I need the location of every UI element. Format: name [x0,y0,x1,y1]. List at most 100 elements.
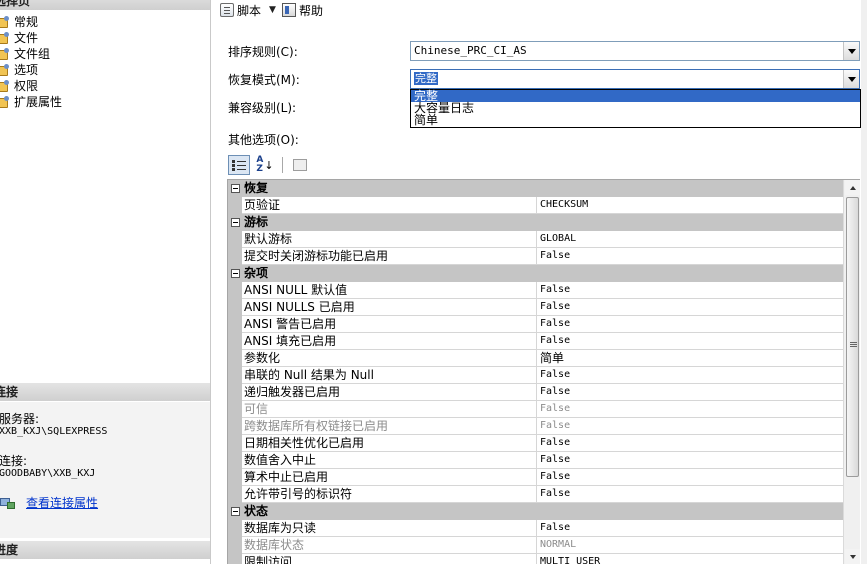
collapse-toggle[interactable] [228,265,242,282]
scroll-thumb[interactable] [846,197,859,477]
minus-icon [230,507,240,516]
grid-property-row[interactable]: 默认游标 GLOBAL [228,231,844,248]
property-name: 页验证 [242,197,537,214]
property-name: 跨数据库所有权链接已启用 [242,418,537,435]
property-value[interactable]: False [537,384,844,401]
page-item-extended-properties[interactable]: 扩展属性 [0,94,62,110]
left-panel: 选择页 常规 文件 文件组 选项 权限 扩展属性 连接 服务器: XXB_KXJ… [0,0,211,564]
grid-category-row[interactable]: 游标 [228,214,844,231]
property-value[interactable]: False [537,367,844,384]
property-value[interactable]: MULTI_USER [537,554,844,564]
view-connection-properties[interactable]: 查看连接属性 [0,495,98,511]
property-name: 递归触发器已启用 [242,384,537,401]
property-name: ANSI 填充已启用 [242,333,537,350]
property-value[interactable]: CHECKSUM [537,197,844,214]
recovery-model-value: 完整 [414,72,438,85]
property-value[interactable]: 简单 [537,350,844,367]
alphabetical-button[interactable]: AZ ↓ [254,155,276,175]
row-gutter [228,537,242,554]
page-item-permissions[interactable]: 权限 [0,78,38,94]
row-gutter [228,350,242,367]
grid-category-row[interactable]: 恢复 [228,180,844,197]
grid-property-row[interactable]: 可信 False [228,401,844,418]
property-name: ANSI NULL 默认值 [242,282,537,299]
connection-value: GOODBABY\XXB_KXJ [0,468,96,479]
recovery-option-bulk-logged[interactable]: 大容量日志 [411,102,860,114]
row-gutter [228,452,242,469]
property-name: 日期相关性优化已启用 [242,435,537,452]
scroll-up-button[interactable] [845,180,860,195]
vertical-scrollbar[interactable] [843,180,860,564]
property-name: 默认游标 [242,231,537,248]
property-value[interactable]: False [537,435,844,452]
recovery-model-combo[interactable]: 完整 [410,69,860,89]
property-value[interactable]: False [537,248,844,265]
property-value[interactable]: False [537,520,844,537]
grid-property-row[interactable]: 递归触发器已启用 False [228,384,844,401]
collapse-toggle[interactable] [228,214,242,231]
arrow-down-icon [849,554,856,559]
property-value[interactable]: False [537,333,844,350]
grid-property-row[interactable]: 页验证 CHECKSUM [228,197,844,214]
grid-property-row[interactable]: 参数化 简单 [228,350,844,367]
property-pages-button[interactable] [289,155,311,175]
grid-property-row[interactable]: 数据库状态 NORMAL [228,537,844,554]
grid-property-row[interactable]: 串联的 Null 结果为 Null False [228,367,844,384]
arrow-up-icon [849,185,856,190]
page-item-filegroups[interactable]: 文件组 [0,46,50,62]
grid-property-row[interactable]: 数据库为只读 False [228,520,844,537]
property-value[interactable]: False [537,418,844,435]
page-icon [0,64,10,76]
collapse-toggle[interactable] [228,503,242,520]
property-value[interactable]: False [537,401,844,418]
collation-combo[interactable]: Chinese_PRC_CI_AS [410,41,860,61]
grid-property-row[interactable]: 算术中止已启用 False [228,469,844,486]
scroll-down-button[interactable] [845,549,860,564]
property-value[interactable]: False [537,282,844,299]
property-grid: 恢复 页验证 CHECKSUM 游标 默认游标 GLOBAL 提交时关闭游标功能已启用 Fal… [227,179,860,564]
categorized-button[interactable] [228,155,250,175]
grid-property-row[interactable]: 数值舍入中止 False [228,452,844,469]
help-icon [281,3,296,17]
script-dropdown-arrow-icon[interactable]: ▼ [269,5,276,15]
page-item-options[interactable]: 选项 [0,62,38,78]
property-value[interactable]: False [537,452,844,469]
collation-dropdown-button[interactable] [843,42,859,60]
recovery-option-full[interactable]: 完整 [411,90,860,102]
chevron-down-icon [847,48,856,54]
grid-property-row[interactable]: ANSI 填充已启用 False [228,333,844,350]
property-value[interactable]: False [537,486,844,503]
grid-property-row[interactable]: 日期相关性优化已启用 False [228,435,844,452]
grid-property-row[interactable]: ANSI 警告已启用 False [228,316,844,333]
page-icon [0,16,10,28]
grid-category-row[interactable]: 状态 [228,503,844,520]
help-button[interactable]: 帮助 [281,2,323,19]
grid-category-row[interactable]: 杂项 [228,265,844,282]
grid-property-row[interactable]: 跨数据库所有权链接已启用 False [228,418,844,435]
property-name: 串联的 Null 结果为 Null [242,367,537,384]
property-value[interactable]: False [537,469,844,486]
page-item-general[interactable]: 常规 [0,14,38,30]
recovery-model-dropdown-button[interactable] [843,70,859,88]
grid-property-row[interactable]: 提交时关闭游标功能已启用 False [228,248,844,265]
grid-property-row[interactable]: 允许带引号的标识符 False [228,486,844,503]
page-item-files[interactable]: 文件 [0,30,38,46]
sort-alphabetical-icon: AZ [256,155,264,174]
property-name: 允许带引号的标识符 [242,486,537,503]
script-button[interactable]: 脚本 [220,2,261,19]
recovery-option-simple[interactable]: 简单 [411,114,860,126]
property-value[interactable]: NORMAL [537,537,844,554]
property-value[interactable]: False [537,316,844,333]
property-value[interactable]: False [537,299,844,316]
toolbar: 脚本 ▼ 帮助 [212,0,867,20]
compatibility-level-label: 兼容级别(L): [228,101,297,115]
row-gutter [228,469,242,486]
grid-property-row[interactable]: ANSI NULL 默认值 False [228,282,844,299]
property-value[interactable]: GLOBAL [537,231,844,248]
row-gutter [228,554,242,564]
category-label: 状态 [244,504,269,518]
page-icon [0,96,10,108]
collapse-toggle[interactable] [228,180,242,197]
grid-property-row[interactable]: 限制访问 MULTI_USER [228,554,844,564]
grid-property-row[interactable]: ANSI NULLS 已启用 False [228,299,844,316]
